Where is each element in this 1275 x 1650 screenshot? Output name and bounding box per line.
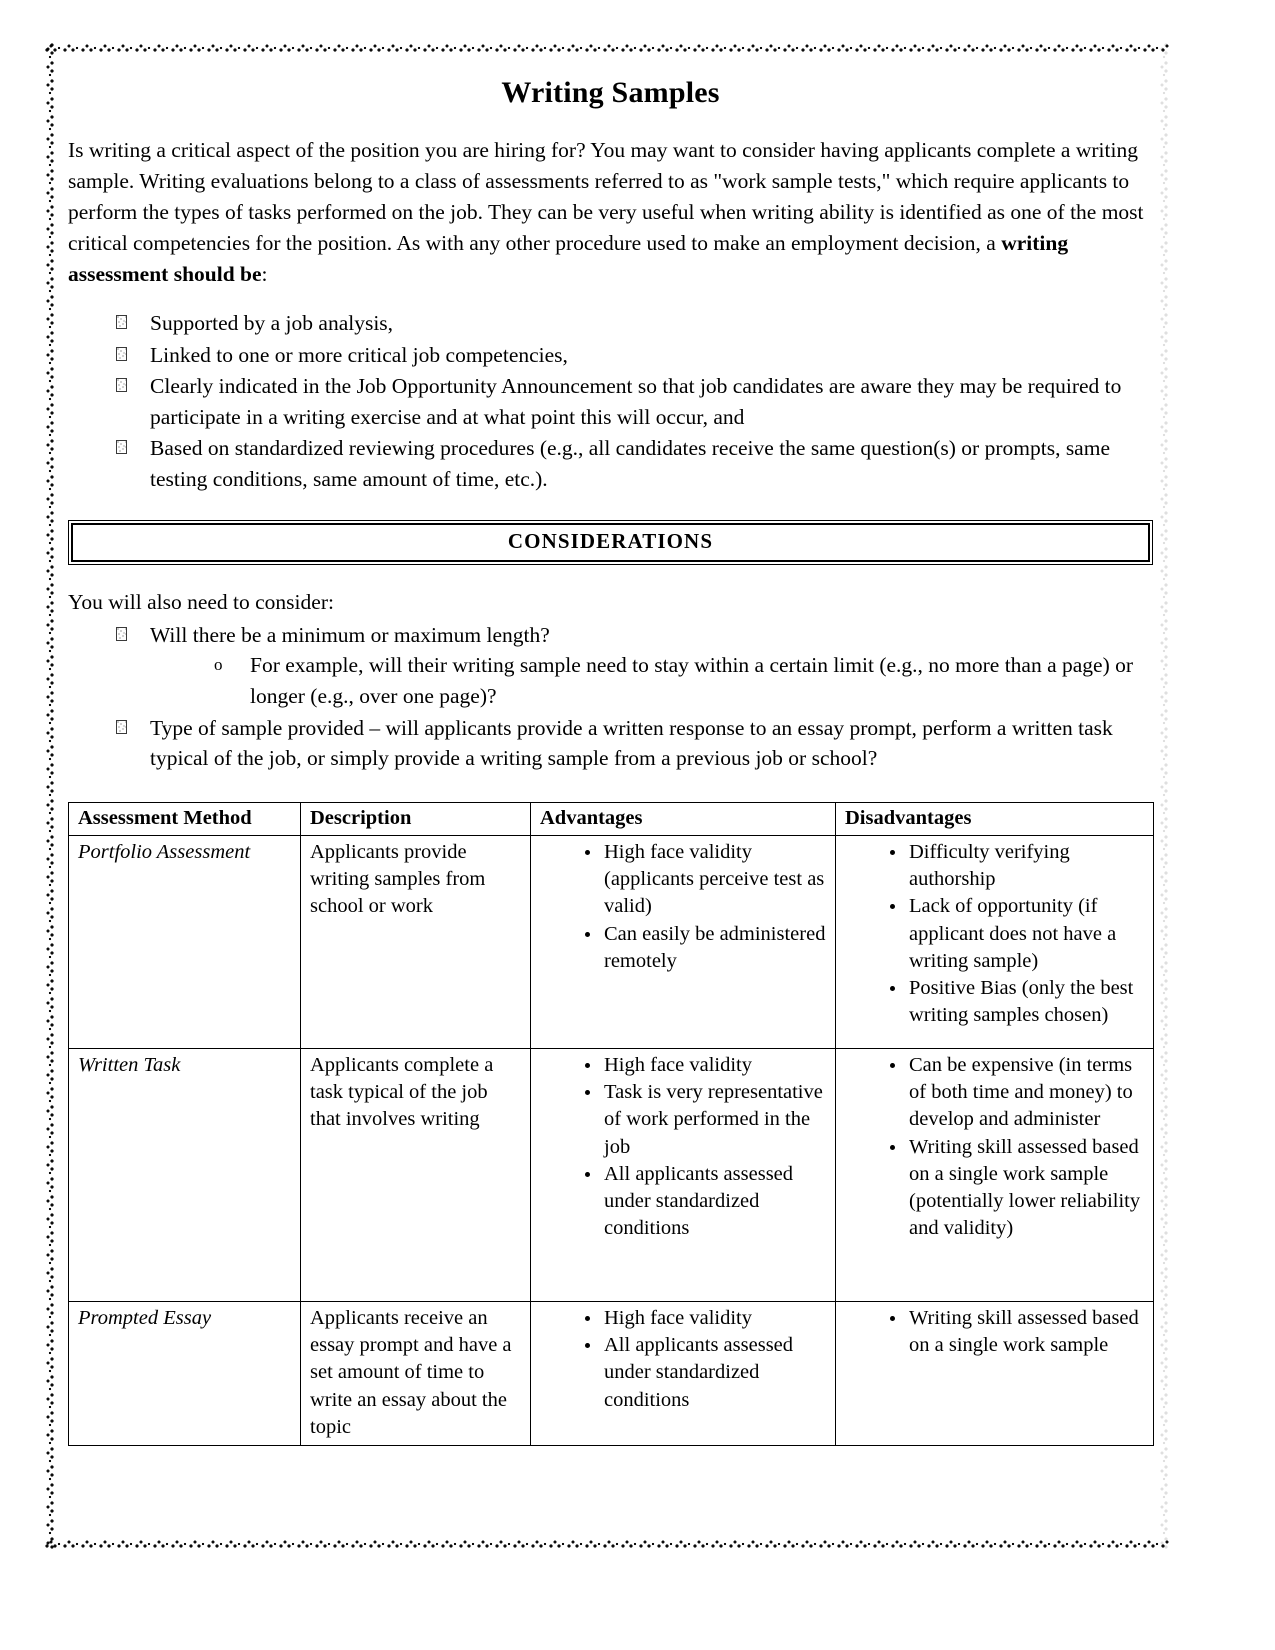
page-border-bottom-icon <box>44 1538 1169 1549</box>
advantages-list: High face validity All applicants assess… <box>540 1305 828 1414</box>
cell-disadvantages: Difficulty verifying authorship Lack of … <box>835 834 1154 1049</box>
list-item: Type of sample provided – will applicant… <box>116 713 1153 774</box>
cell-description: Applicants complete a task typical of th… <box>300 1047 531 1302</box>
considerations-banner-label: CONSIDERATIONS <box>71 523 1150 563</box>
list-item-label: Linked to one or more critical job compe… <box>150 342 568 367</box>
table-row: Portfolio Assessment Applicants provide … <box>68 834 1154 1049</box>
page-border-right-icon <box>1158 42 1169 1549</box>
column-header-method: Assessment Method <box>68 801 301 836</box>
list-item: Positive Bias (only the best writing sam… <box>907 975 1146 1030</box>
list-item: Task is very representative of work perf… <box>602 1079 828 1161</box>
list-item: Difficulty verifying authorship <box>907 839 1146 894</box>
intro-text-leading: Is writing a critical aspect of the posi… <box>68 137 1144 256</box>
table-header-row: Assessment Method Description Advantages… <box>68 801 1154 836</box>
considerations-lead: You will also need to consider: <box>68 590 334 615</box>
page-title: Writing Samples <box>501 76 720 109</box>
cell-method: Prompted Essay <box>68 1300 301 1447</box>
broken-image-bullet-icon <box>116 440 127 455</box>
cell-method: Written Task <box>68 1047 301 1302</box>
cell-description: Applicants provide writing samples from … <box>300 834 531 1049</box>
list-item: Writing skill assessed based on a single… <box>907 1134 1146 1243</box>
column-header-advantages: Advantages <box>530 801 836 836</box>
page-border-top-icon <box>44 42 1169 53</box>
list-item: o For example, will their writing sample… <box>214 650 1153 711</box>
list-item: High face validity (applicants perceive … <box>602 839 828 921</box>
assessment-methods-table: Assessment Method Description Advantages… <box>68 801 1154 1447</box>
column-header-description: Description <box>300 801 531 836</box>
circle-bullet-icon: o <box>214 655 223 675</box>
broken-image-bullet-icon <box>116 719 127 734</box>
cell-advantages: High face validity All applicants assess… <box>530 1300 836 1447</box>
broken-image-bullet-icon <box>116 378 127 393</box>
list-item: All applicants assessed under standardiz… <box>602 1161 828 1243</box>
disadvantages-list: Writing skill assessed based on a single… <box>845 1305 1146 1360</box>
table-row: Written Task Applicants complete a task … <box>68 1047 1154 1302</box>
disadvantages-list: Can be expensive (in terms of both time … <box>845 1052 1146 1243</box>
cell-method: Portfolio Assessment <box>68 834 301 1049</box>
cell-advantages: High face validity Task is very represen… <box>530 1047 836 1302</box>
considerations-banner: CONSIDERATIONS <box>68 520 1153 566</box>
list-item-label: Will there be a minimum or maximum lengt… <box>150 622 550 647</box>
advantages-list: High face validity (applicants perceive … <box>540 839 828 975</box>
cell-disadvantages: Writing skill assessed based on a single… <box>835 1300 1154 1447</box>
intro-paragraph: Is writing a critical aspect of the posi… <box>68 135 1153 291</box>
cell-advantages: High face validity (applicants perceive … <box>530 834 836 1049</box>
intro-text-trailing: : <box>261 262 268 287</box>
list-item-label: Clearly indicated in the Job Opportunity… <box>150 374 1122 429</box>
list-item: Writing skill assessed based on a single… <box>907 1305 1146 1360</box>
considerations-sublist: o For example, will their writing sample… <box>150 650 1153 711</box>
list-item: All applicants assessed under standardiz… <box>602 1332 828 1414</box>
list-item: Linked to one or more critical job compe… <box>116 340 1153 371</box>
list-item: Can easily be administered remotely <box>602 921 828 976</box>
list-item: Will there be a minimum or maximum lengt… <box>116 620 1153 712</box>
list-item-label: For example, will their writing sample n… <box>250 653 1134 708</box>
disadvantages-list: Difficulty verifying authorship Lack of … <box>845 839 1146 1030</box>
table-row: Prompted Essay Applicants receive an ess… <box>68 1300 1154 1447</box>
column-header-disadvantages: Disadvantages <box>835 801 1154 836</box>
list-item: High face validity <box>602 1052 828 1079</box>
list-item: Can be expensive (in terms of both time … <box>907 1052 1146 1134</box>
list-item: Supported by a job analysis, <box>116 308 1153 339</box>
list-item: High face validity <box>602 1305 828 1332</box>
list-item-label: Type of sample provided – will applicant… <box>150 715 1113 771</box>
broken-image-bullet-icon <box>116 315 127 330</box>
document-body: Writing Samples Is writing a critical as… <box>68 62 1154 1447</box>
broken-image-bullet-icon <box>116 626 127 641</box>
advantages-list: High face validity Task is very represen… <box>540 1052 828 1243</box>
cell-description: Applicants receive an essay prompt and h… <box>300 1300 531 1447</box>
list-item-label: Based on standardized reviewing procedur… <box>150 436 1110 491</box>
list-item: Clearly indicated in the Job Opportunity… <box>116 371 1153 432</box>
list-item-label: Supported by a job analysis, <box>150 311 394 336</box>
considerations-list: Will there be a minimum or maximum lengt… <box>68 620 1153 774</box>
list-item: Lack of opportunity (if applicant does n… <box>907 893 1146 975</box>
page-border-left-icon <box>44 42 55 1549</box>
requirements-list: Supported by a job analysis, Linked to o… <box>68 308 1153 494</box>
cell-disadvantages: Can be expensive (in terms of both time … <box>835 1047 1154 1302</box>
list-item: Based on standardized reviewing procedur… <box>116 433 1153 494</box>
broken-image-bullet-icon <box>116 346 127 361</box>
